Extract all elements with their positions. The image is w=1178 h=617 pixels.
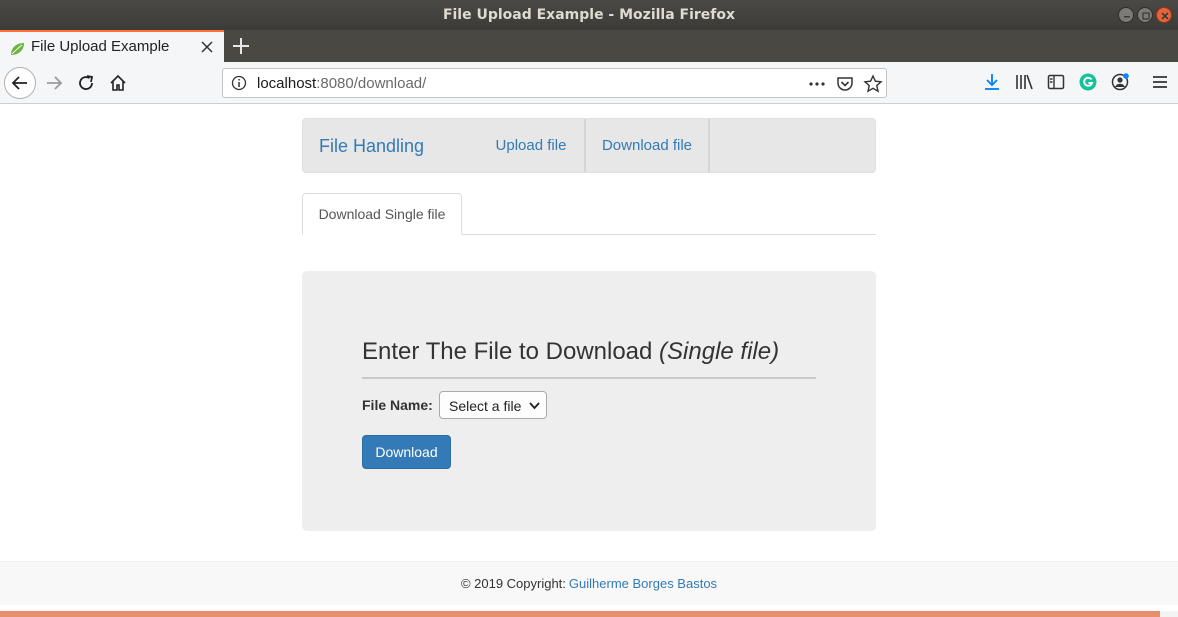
grammarly-icon [1079,73,1097,91]
panel-heading: Enter The File to Download (Single file) [362,338,780,365]
tab-strip: File Upload Example [0,30,1178,62]
close-window-button[interactable] [1156,7,1172,23]
download-panel: Enter The File to Download (Single file)… [302,271,876,531]
page-content: File Handling Upload file Download file … [0,104,1178,617]
downloads-button[interactable] [982,72,1002,92]
maximize-button[interactable] [1137,7,1153,23]
nav-upload-file[interactable]: Upload file [479,119,583,172]
chevron-down-icon [529,402,540,410]
download-arrow-icon [985,74,999,90]
heading-divider [362,377,816,379]
file-select-value: Select a file [449,398,522,414]
maximize-icon [1142,12,1150,20]
tab-download-single-file[interactable]: Download Single file [302,193,462,235]
reload-icon [79,75,94,90]
footer-text: © 2019 Copyright: Guilherme Borges Bastos [460,576,718,591]
app-navbar: File Handling Upload file Download file [302,118,876,173]
window-titlebar: File Upload Example - Mozilla Firefox [0,0,1178,30]
close-tab-icon[interactable] [199,39,215,55]
back-button[interactable] [4,67,36,99]
browser-tab[interactable]: File Upload Example [0,30,224,62]
page-actions-icon[interactable] [807,74,827,94]
menu-button[interactable] [1150,72,1170,92]
grammarly-button[interactable] [1078,72,1098,92]
minimize-icon [1124,16,1130,18]
file-name-label: File Name: [362,397,433,413]
tab-title: File Upload Example [31,38,170,55]
back-arrow-icon [11,76,27,90]
forward-button[interactable] [38,67,70,99]
progress-fill [0,611,1161,617]
bookmark-star-icon[interactable] [863,74,883,94]
spring-leaf-icon [11,43,24,55]
pocket-icon[interactable] [835,74,855,94]
window-title: File Upload Example - Mozilla Firefox [442,7,736,23]
url-text[interactable]: localhost:8080/download/ [257,75,426,92]
minimize-button[interactable] [1118,7,1134,23]
close-icon [1161,12,1169,20]
page-load-progress-bar [0,611,1178,617]
sidebar-button[interactable] [1046,72,1066,92]
home-icon [110,74,126,91]
home-button[interactable] [102,67,134,99]
account-button[interactable] [1110,72,1130,92]
reload-button[interactable] [70,67,102,99]
library-button[interactable] [1014,72,1034,92]
new-tab-icon[interactable] [230,35,252,57]
footer-author-link[interactable]: Guilherme Borges Bastos [569,576,717,591]
account-icon [1111,73,1129,91]
content-tabs: Download Single file [302,193,876,235]
library-icon [1016,74,1033,90]
file-select[interactable]: Select a file [439,391,547,419]
forward-arrow-icon [47,76,63,90]
brand-link[interactable]: File Handling [319,136,424,157]
nav-download-file[interactable]: Download file [584,119,710,172]
footer: © 2019 Copyright: Guilherme Borges Bastos [0,561,1178,605]
download-button[interactable]: Download [362,435,451,469]
hamburger-menu-icon [1153,76,1167,88]
address-bar[interactable]: localhost:8080/download/ [222,68,887,98]
info-icon[interactable] [231,75,247,91]
sidebar-icon [1047,74,1065,90]
